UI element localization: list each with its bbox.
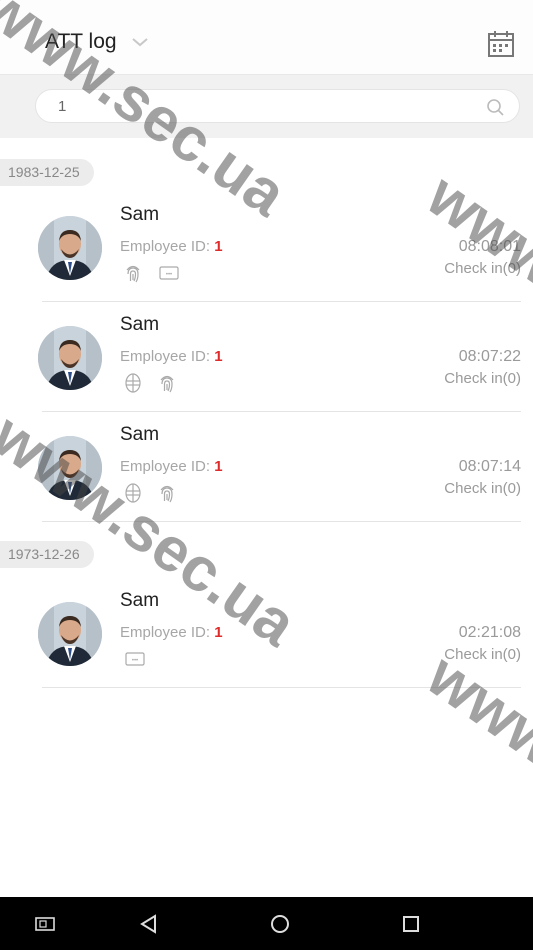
record-time: 08:07:22 xyxy=(458,348,521,365)
chevron-down-icon xyxy=(131,38,148,47)
fingerprint-icon xyxy=(160,375,174,393)
employee-id-label: Employee ID: 1 xyxy=(120,238,223,255)
employee-id-value: 1 xyxy=(214,458,223,475)
record-time: 08:07:14 xyxy=(458,458,521,475)
search-bar-area xyxy=(0,75,533,138)
avatar xyxy=(38,326,102,390)
verify-methods: ••• xyxy=(122,648,148,670)
system-nav-bar xyxy=(0,897,533,950)
date-header: 1973-12-26 xyxy=(0,541,94,568)
row-divider xyxy=(42,521,521,522)
attendance-record[interactable]: Sam Employee ID: 1 ••• 08:08:01 Check in… xyxy=(0,192,533,302)
avatar xyxy=(38,436,102,500)
recents-icon[interactable] xyxy=(398,911,424,937)
avatar xyxy=(38,602,102,666)
employee-name: Sam xyxy=(120,590,160,611)
page-title: ATT log xyxy=(45,30,117,53)
face-icon xyxy=(125,373,141,393)
calendar-icon[interactable] xyxy=(487,29,515,59)
svg-text:•••: ••• xyxy=(132,658,138,664)
employee-name: Sam xyxy=(120,204,160,225)
fingerprint-icon xyxy=(126,265,140,283)
avatar xyxy=(38,216,102,280)
record-status: Check in(0) xyxy=(444,260,521,277)
screenshot-icon[interactable] xyxy=(32,911,58,937)
face-icon xyxy=(125,483,141,503)
attendance-record[interactable]: Sam Employee ID: 1 ••• 02:21:08 Check in… xyxy=(0,578,533,688)
employee-name: Sam xyxy=(120,314,160,335)
employee-id-value: 1 xyxy=(214,348,223,365)
verify-methods xyxy=(122,372,178,394)
attendance-record[interactable]: Sam Employee ID: 1 08:07:14 Check in(0) xyxy=(0,412,533,522)
row-divider xyxy=(42,687,521,688)
back-icon[interactable] xyxy=(136,911,162,937)
employee-id-value: 1 xyxy=(214,238,223,255)
svg-text:•••: ••• xyxy=(166,272,172,278)
verify-methods xyxy=(122,482,178,504)
search-input[interactable] xyxy=(58,98,458,115)
card-icon: ••• xyxy=(125,652,145,666)
employee-id-label: Employee ID: 1 xyxy=(120,458,223,475)
record-time: 08:08:01 xyxy=(458,238,521,255)
search-icon[interactable] xyxy=(485,97,505,117)
date-header: 1983-12-25 xyxy=(0,159,94,186)
app-header: ATT log xyxy=(0,0,533,75)
record-status: Check in(0) xyxy=(444,370,521,387)
record-status: Check in(0) xyxy=(444,646,521,663)
record-time: 02:21:08 xyxy=(458,624,521,641)
record-status: Check in(0) xyxy=(444,480,521,497)
home-icon[interactable] xyxy=(267,911,293,937)
search-box[interactable] xyxy=(35,89,520,123)
employee-name: Sam xyxy=(120,424,160,445)
card-icon: ••• xyxy=(159,266,179,280)
verify-methods: ••• xyxy=(122,262,182,284)
employee-id-label: Employee ID: 1 xyxy=(120,348,223,365)
employee-id-label: Employee ID: 1 xyxy=(120,624,223,641)
fingerprint-icon xyxy=(160,485,174,503)
attendance-record[interactable]: Sam Employee ID: 1 08:07:22 Check in(0) xyxy=(0,302,533,412)
log-type-dropdown[interactable]: ATT log xyxy=(45,30,149,54)
employee-id-value: 1 xyxy=(214,624,223,641)
